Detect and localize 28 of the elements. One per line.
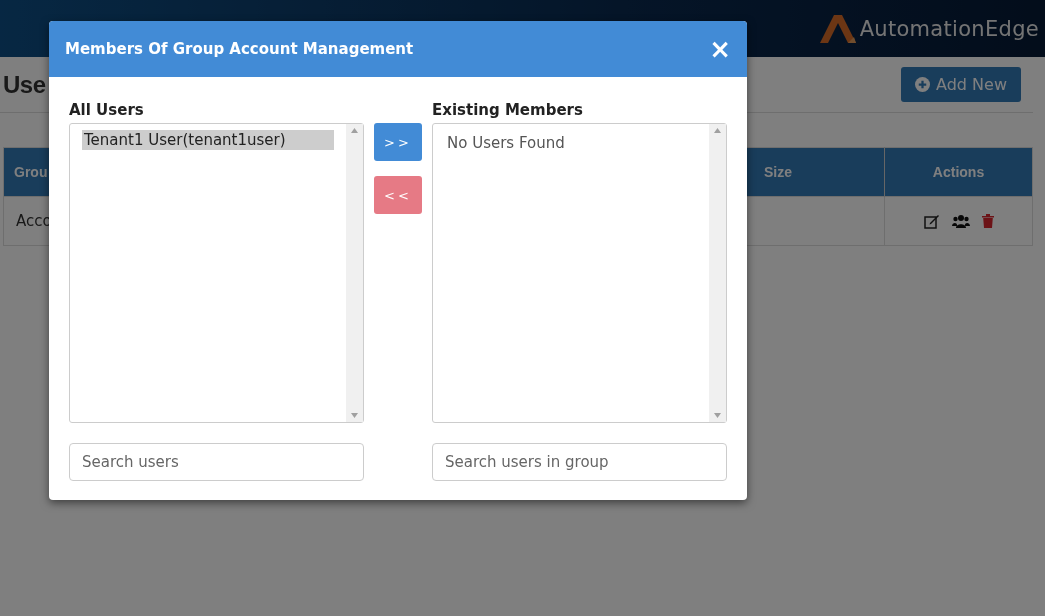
scrollbar[interactable] — [346, 124, 363, 422]
column-header: Size — [754, 147, 885, 197]
add-new-button[interactable]: Add New — [901, 67, 1021, 102]
list-item[interactable]: Tenant1 User(tenant1user) — [82, 130, 334, 150]
user-list[interactable]: Tenant1 User(tenant1user) — [69, 123, 364, 423]
trash-icon[interactable] — [981, 214, 994, 228]
list-label: All Users — [69, 101, 145, 119]
scroll-up-icon[interactable] — [714, 128, 721, 133]
close-button[interactable]: × — [709, 36, 731, 62]
search-field[interactable]: Search users — [69, 443, 364, 481]
logo-icon — [817, 12, 858, 45]
scrollbar[interactable] — [709, 124, 726, 422]
scroll-up-icon[interactable] — [351, 128, 358, 133]
dialog-title: Members Of Group Account Management — [65, 40, 414, 58]
users-icon[interactable] — [951, 214, 970, 228]
scroll-down-icon[interactable] — [351, 413, 358, 418]
member-list[interactable]: No Users Found — [432, 123, 727, 423]
page-title: Use — [3, 70, 46, 99]
search-field[interactable]: Search users in group — [432, 443, 727, 481]
add-member-button[interactable]: >> — [374, 123, 422, 161]
column-header: Actions — [884, 147, 1033, 197]
remove-member-button[interactable]: << — [374, 176, 422, 214]
empty-message: No Users Found — [446, 133, 566, 154]
scroll-down-icon[interactable] — [714, 413, 721, 418]
plus-circle-icon — [915, 77, 931, 92]
logo-text: AutomationEdge — [859, 16, 1039, 41]
edit-icon[interactable] — [923, 213, 940, 229]
list-label: Existing Members — [432, 101, 584, 119]
